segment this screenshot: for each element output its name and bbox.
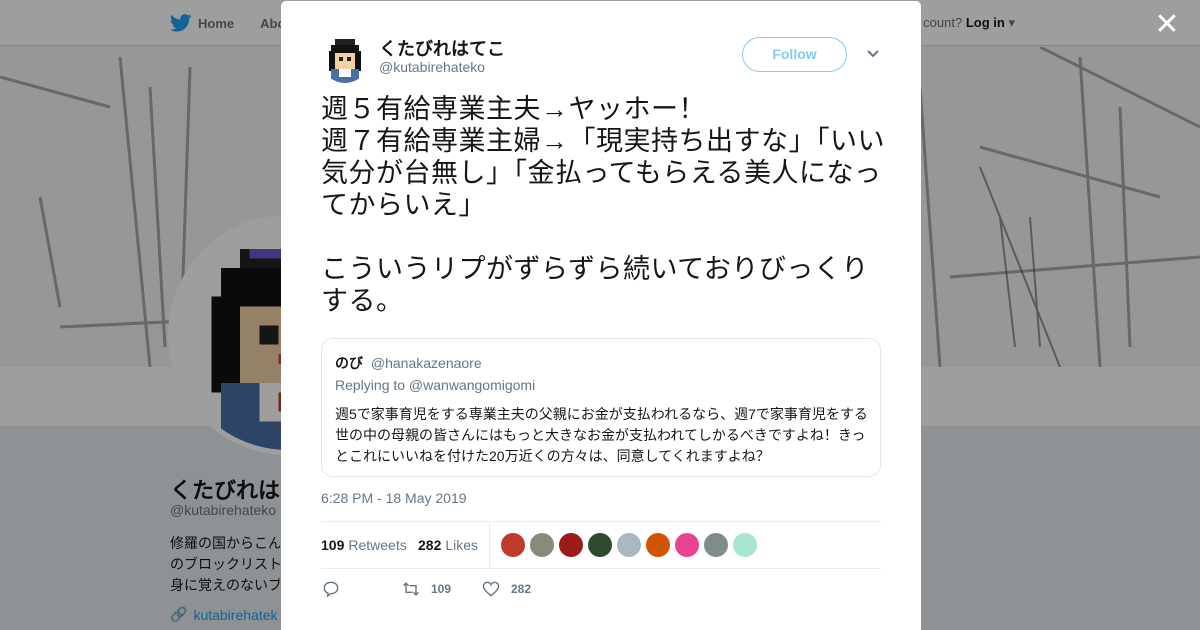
author-name[interactable]: くたびれはてこ <box>379 35 505 61</box>
quoted-tweet[interactable]: のび @hanakazenaore Replying to @wanwangom… <box>321 338 881 477</box>
quoted-author-name: のび <box>335 355 363 371</box>
liker-avatar[interactable] <box>733 533 757 557</box>
tweet-stats: 109 Retweets 282 Likes <box>321 521 881 569</box>
liker-avatar[interactable] <box>530 533 554 557</box>
author-avatar[interactable] <box>321 35 369 83</box>
quoted-replying-to: Replying to @wanwangomigomi <box>335 377 536 393</box>
chevron-down-icon[interactable] <box>866 47 880 61</box>
stats-divider <box>489 522 490 568</box>
tweet-actions: 109 282 <box>321 579 881 603</box>
retweets-stat[interactable]: 109 Retweets <box>321 537 407 553</box>
quoted-author-handle: @hanakazenaore <box>370 355 482 371</box>
likes-label: Likes <box>445 537 479 553</box>
retweet-count: 109 <box>431 582 452 596</box>
tweet-timestamp[interactable]: 6:28 PM - 18 May 2019 <box>321 490 467 506</box>
retweets-count: 109 <box>321 537 345 553</box>
author-handle[interactable]: @kutabirehateko <box>379 59 485 75</box>
tweet-text: 週５有給専業主夫→ヤッホー！ 週７有給専業主婦→「現実持ち出すな」「いい気分が台… <box>321 94 885 316</box>
liker-avatars <box>501 533 757 557</box>
liker-avatar[interactable] <box>559 533 583 557</box>
retweet-button[interactable]: 109 <box>401 579 451 599</box>
liker-avatar[interactable] <box>646 533 670 557</box>
heart-icon <box>482 581 500 597</box>
liker-avatar[interactable] <box>501 533 525 557</box>
quoted-text: 週5で家事育児をする専業主夫の父親にお金が支払われるなら、週7で家事育児をする世… <box>335 406 868 464</box>
tweet-modal: くたびれはてこ @kutabirehateko Follow 週５有給専業主夫→… <box>281 1 921 630</box>
close-icon[interactable]: ✕ <box>1152 10 1182 40</box>
liker-avatar[interactable] <box>617 533 641 557</box>
liker-avatar[interactable] <box>675 533 699 557</box>
liker-avatar[interactable] <box>588 533 612 557</box>
liker-avatar[interactable] <box>704 533 728 557</box>
retweets-label: Retweets <box>348 537 407 553</box>
likes-stat[interactable]: 282 Likes <box>418 537 478 553</box>
likes-count: 282 <box>418 537 442 553</box>
quoted-author: のび @hanakazenaore <box>335 353 482 373</box>
retweet-icon <box>402 582 420 596</box>
like-button[interactable]: 282 <box>481 579 531 599</box>
follow-button[interactable]: Follow <box>742 37 847 72</box>
like-count: 282 <box>511 582 532 596</box>
reply-button[interactable] <box>321 579 351 599</box>
reply-icon <box>323 581 339 598</box>
